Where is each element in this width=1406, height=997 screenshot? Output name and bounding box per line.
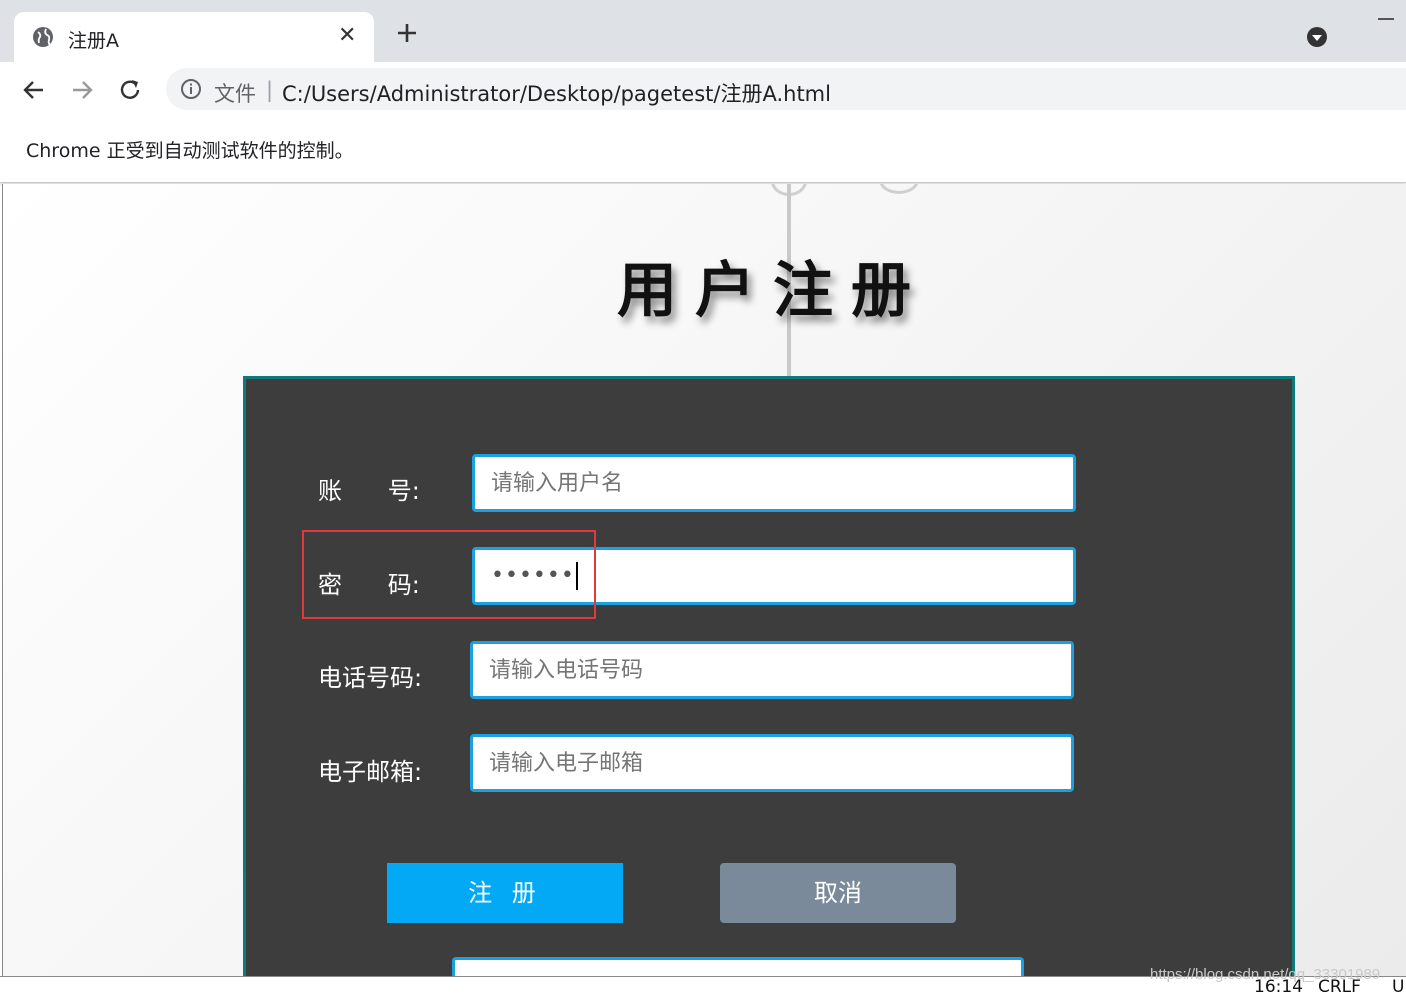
url-text[interactable]: C:/Users/Administrator/Desktop/pagetest/… <box>282 78 831 108</box>
close-tab-icon[interactable]: ✕ <box>338 24 356 48</box>
status-encoding[interactable]: U <box>1392 977 1404 997</box>
arrow-right-icon[interactable] <box>70 78 94 102</box>
address-bar[interactable]: 文件 | C:/Users/Administrator/Desktop/page… <box>166 68 1406 110</box>
browser-toolbar: 文件 | C:/Users/Administrator/Desktop/page… <box>0 62 1406 119</box>
email-label: 电子邮箱: <box>318 758 423 786</box>
info-icon[interactable] <box>180 78 202 100</box>
additional-field[interactable] <box>452 957 1024 976</box>
tab-strip: 注册A ✕ <box>0 0 1406 62</box>
page-title: 用户注册 <box>617 256 929 326</box>
register-button[interactable]: 注 册 <box>387 863 623 923</box>
page-viewport: 用户注册 账 号: 密 码: •••••• 电话号码: 电子邮箱: 注 册 取消 <box>2 184 1406 976</box>
decorative-circle <box>879 184 919 194</box>
username-label: 账 号: <box>318 477 420 505</box>
arrow-left-icon[interactable] <box>22 78 46 102</box>
dropdown-circle-icon[interactable] <box>1306 26 1328 48</box>
password-highlight-annotation <box>302 530 596 619</box>
phone-label: 电话号码: <box>318 664 423 692</box>
reload-icon[interactable] <box>118 78 142 102</box>
minimize-button[interactable] <box>1378 18 1394 20</box>
scheme-label: 文件 <box>214 82 256 106</box>
tab-title: 注册A <box>68 30 119 52</box>
globe-icon <box>33 27 53 47</box>
watermark: https://blog.csdn.net/qq_33301989 <box>1150 966 1381 983</box>
registration-panel: 账 号: 密 码: •••••• 电话号码: 电子邮箱: 注 册 取消 <box>243 376 1295 976</box>
username-input[interactable] <box>472 454 1076 512</box>
email-input[interactable] <box>470 734 1074 792</box>
address-separator: | <box>266 78 274 102</box>
browser-tab[interactable]: 注册A ✕ <box>14 12 374 62</box>
plus-icon[interactable] <box>394 20 420 46</box>
phone-input[interactable] <box>470 641 1074 699</box>
cancel-button[interactable]: 取消 <box>720 863 956 923</box>
automation-infobar: Chrome 正受到自动测试软件的控制。 <box>0 118 1406 183</box>
infobar-message: Chrome 正受到自动测试软件的控制。 <box>26 140 354 162</box>
